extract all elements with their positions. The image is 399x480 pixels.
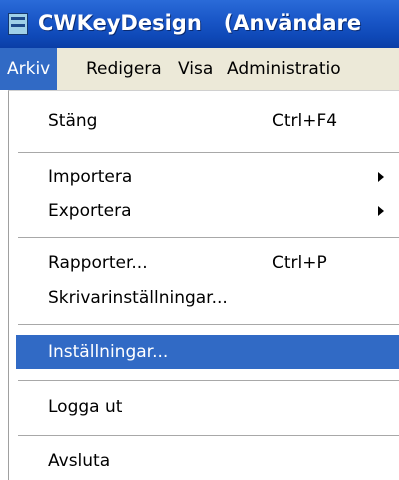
menu-item-label: Stäng: [48, 111, 98, 131]
title-bar[interactable]: CWKeyDesign (Användare: [0, 0, 399, 48]
app-window-icon[interactable]: [8, 13, 28, 35]
menu-item-shortcut: Ctrl+F4: [272, 111, 338, 131]
menu-item-exportera[interactable]: Exportera: [16, 194, 399, 228]
menu-separator: [18, 435, 399, 437]
menu-bar: Arkiv Redigera Visa Administratio: [0, 48, 399, 90]
menu-separator: [18, 237, 399, 239]
menu-separator: [18, 324, 399, 326]
menu-item-label: Avsluta: [48, 451, 111, 471]
menu-arkiv[interactable]: Arkiv: [0, 48, 58, 90]
submenu-arrow-icon: [378, 206, 384, 216]
menu-item-shortcut: Ctrl+P: [272, 253, 327, 273]
menu-item-installningar[interactable]: Inställningar...: [16, 335, 399, 369]
menu-item-importera[interactable]: Importera: [16, 160, 399, 194]
submenu-arrow-icon: [378, 172, 384, 182]
menu-item-rapporter[interactable]: Rapporter... Ctrl+P: [16, 246, 399, 280]
menu-separator: [18, 152, 399, 154]
menu-item-label: Logga ut: [48, 397, 123, 417]
menu-item-logga-ut[interactable]: Logga ut: [16, 390, 399, 424]
menu-item-stang[interactable]: Stäng Ctrl+F4: [16, 104, 399, 138]
menu-item-label: Importera: [48, 167, 133, 187]
arkiv-dropdown-menu: Stäng Ctrl+F4 Importera Exportera Rappor…: [8, 90, 399, 480]
menu-administration[interactable]: Administratio: [220, 48, 348, 90]
window-title: CWKeyDesign (Användare: [38, 11, 362, 35]
menu-item-avsluta[interactable]: Avsluta: [16, 444, 399, 478]
menu-item-label: Exportera: [48, 201, 132, 221]
menu-redigera[interactable]: Redigera: [79, 48, 169, 90]
menu-item-skrivarinstallningar[interactable]: Skrivarinställningar...: [16, 281, 399, 315]
menu-visa[interactable]: Visa: [171, 48, 220, 90]
menu-item-label: Rapporter...: [48, 253, 148, 273]
menu-item-label: Inställningar...: [48, 342, 169, 362]
menu-item-label: Skrivarinställningar...: [48, 288, 228, 308]
menu-separator: [18, 380, 399, 382]
